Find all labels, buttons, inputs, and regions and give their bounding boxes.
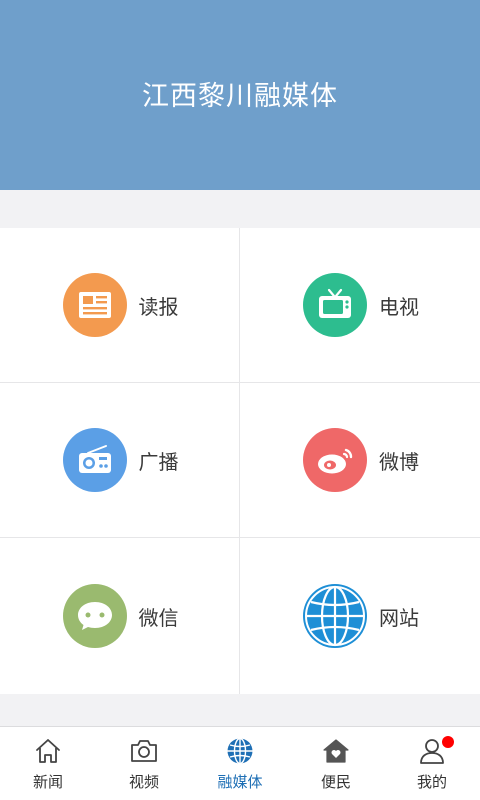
grid-item-label: 广播 [138, 449, 179, 474]
grid-item-label: 读报 [138, 294, 179, 319]
tab-label: 融媒体 [217, 773, 263, 791]
grid-item-tv[interactable]: 电视 [240, 228, 480, 383]
page-title: 江西黎川融媒体 [142, 80, 338, 112]
wechat-icon [62, 584, 127, 648]
camera-icon [129, 736, 159, 766]
newspaper-icon [62, 273, 127, 337]
weibo-icon [303, 428, 367, 492]
notification-badge [442, 736, 454, 748]
radio-icon [62, 428, 127, 492]
tab-news[interactable]: 新闻 [0, 727, 96, 800]
grid-item-wechat[interactable]: 微信 [0, 538, 240, 694]
media-grid: 读报 电视 广播 微博 微信 网站 [0, 228, 480, 694]
house-heart-icon [322, 736, 350, 766]
home-icon [34, 736, 62, 766]
grid-item-label: 微博 [379, 449, 419, 474]
tab-label: 新闻 [32, 773, 63, 791]
globe-icon [226, 736, 254, 766]
tab-label: 视频 [128, 773, 159, 791]
grid-item-newspaper[interactable]: 读报 [0, 228, 240, 383]
grid-item-label: 电视 [379, 294, 419, 319]
tab-label: 便民 [320, 773, 351, 791]
tv-icon [303, 273, 367, 337]
globe-icon [303, 584, 367, 648]
tab-video[interactable]: 视频 [96, 727, 192, 800]
grid-item-weibo[interactable]: 微博 [240, 383, 480, 538]
tab-media[interactable]: 融媒体 [192, 727, 288, 800]
grid-item-website[interactable]: 网站 [240, 538, 480, 694]
tab-profile[interactable]: 我的 [384, 727, 480, 800]
grid-item-label: 微信 [138, 605, 179, 630]
tab-label: 我的 [416, 773, 447, 791]
grid-item-radio[interactable]: 广播 [0, 383, 240, 538]
bottom-tab-bar: 新闻 视频 融媒体 便民 我的 [0, 726, 480, 800]
grid-item-label: 网站 [379, 605, 419, 630]
tab-services[interactable]: 便民 [288, 727, 384, 800]
app-header: 江西黎川融媒体 [0, 0, 480, 190]
